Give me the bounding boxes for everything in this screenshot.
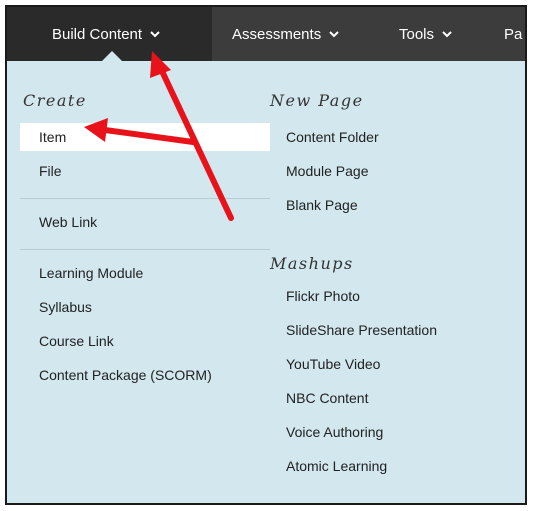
menu-item-content-package[interactable]: Content Package (SCORM) <box>20 361 212 389</box>
menu-item-nbc-content[interactable]: NBC Content <box>286 384 368 412</box>
menu-item-module-page[interactable]: Module Page <box>286 157 369 185</box>
menu-divider <box>20 198 270 199</box>
new-page-heading: New Page <box>270 91 364 110</box>
menu-item-slideshare[interactable]: SlideShare Presentation <box>286 316 437 344</box>
tab-tools[interactable]: Tools <box>399 7 452 61</box>
chevron-down-icon <box>150 31 160 38</box>
tab-partial[interactable]: Pa <box>504 7 522 61</box>
tab-label: Build Content <box>52 25 143 43</box>
menu-item-web-link[interactable]: Web Link <box>20 208 97 236</box>
mashups-heading: Mashups <box>270 254 354 273</box>
menu-item-course-link[interactable]: Course Link <box>20 327 114 355</box>
menu-item-blank-page[interactable]: Blank Page <box>286 191 358 219</box>
create-heading: Create <box>23 91 87 110</box>
menu-item-flickr-photo[interactable]: Flickr Photo <box>286 282 360 310</box>
menu-item-file[interactable]: File <box>20 157 62 185</box>
course-menu-bar: Build Content Assessments Tools Pa <box>7 7 525 61</box>
menu-item-item[interactable]: Item <box>20 123 270 151</box>
tab-label: Assessments <box>232 25 322 43</box>
menu-item-syllabus[interactable]: Syllabus <box>20 293 92 321</box>
dropdown-pointer <box>102 51 122 61</box>
menu-item-atomic-learning[interactable]: Atomic Learning <box>286 452 387 480</box>
menu-item-youtube-video[interactable]: YouTube Video <box>286 350 380 378</box>
menu-item-content-folder[interactable]: Content Folder <box>286 123 379 151</box>
menu-item-voice-authoring[interactable]: Voice Authoring <box>286 418 383 446</box>
screenshot-frame: Build Content Assessments Tools Pa Creat… <box>5 5 527 505</box>
chevron-down-icon <box>442 31 452 38</box>
menu-divider <box>20 249 270 250</box>
tab-label: Tools <box>399 25 435 43</box>
menu-item-learning-module[interactable]: Learning Module <box>20 259 143 287</box>
tab-assessments[interactable]: Assessments <box>232 7 339 61</box>
chevron-down-icon <box>329 31 339 38</box>
tab-label: Pa <box>504 25 523 43</box>
